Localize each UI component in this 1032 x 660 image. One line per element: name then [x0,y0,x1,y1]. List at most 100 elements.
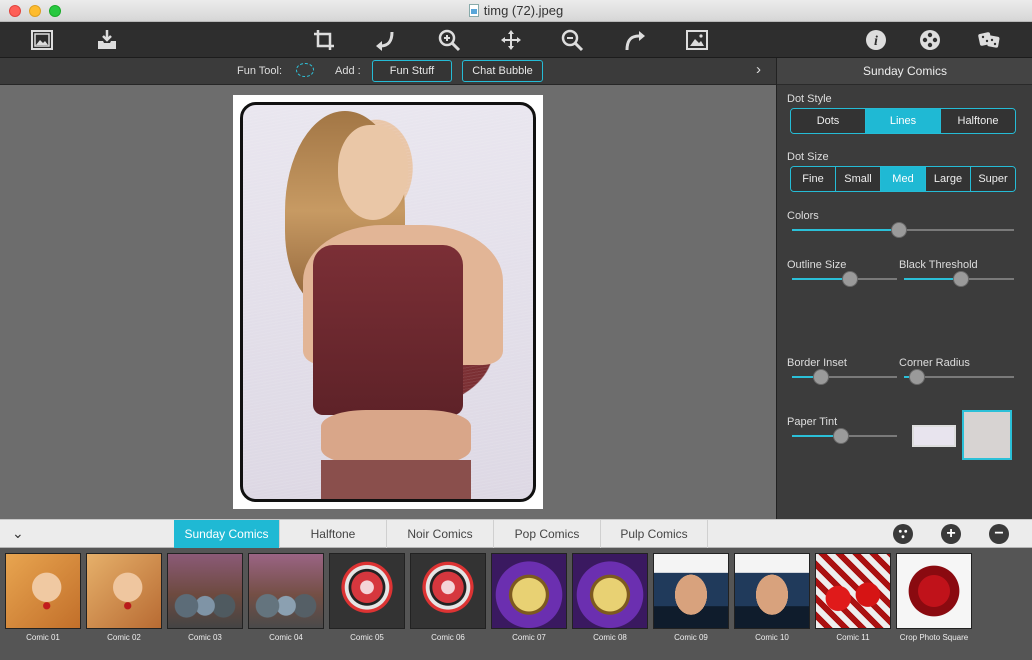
photo-top [313,245,463,415]
preset-thumbnail[interactable]: Comic 01 [5,553,81,643]
title-bar: timg (72).jpeg [0,0,1032,22]
rotate-right-icon[interactable] [621,26,649,54]
preset-thumbnail-image [815,553,891,629]
preset-thumbnail-label: Comic 04 [269,633,303,642]
colors-slider[interactable] [792,222,1014,238]
paper-tint-slider-knob[interactable] [833,428,850,444]
tab-noir-comics[interactable]: Noir Comics [387,520,494,548]
photo-open-icon[interactable] [28,26,56,54]
dot-size-selector: Fine Small Med Large Super [790,166,1016,192]
preset-thumbnail[interactable]: Comic 05 [329,553,405,643]
dot-size-option-large[interactable]: Large [926,167,971,191]
lasso-select-icon[interactable] [296,63,314,77]
preset-thumbnail-image [410,553,486,629]
info-icon[interactable]: i [862,26,890,54]
dot-size-label: Dot Size [787,151,829,163]
preset-thumbnail-label: Crop Photo Square [899,633,969,642]
preset-thumbnail[interactable]: Comic 10 [734,553,810,643]
paper-texture-swatch[interactable] [962,410,1012,460]
dot-style-label: Dot Style [787,93,832,105]
dot-style-option-lines[interactable]: Lines [866,109,941,133]
border-inset-slider[interactable] [792,369,897,385]
tab-pop-comics[interactable]: Pop Comics [494,520,601,548]
photo-face [338,125,408,220]
paper-tint-swatch[interactable] [912,425,956,447]
border-inset-slider-knob[interactable] [813,369,830,385]
settings-film-icon[interactable] [916,26,944,54]
preset-thumbnail-image [86,553,162,629]
preset-tab-bar: ⌄ Sunday Comics Halftone Noir Comics Pop Co… [0,519,1032,548]
preset-thumbnail-label: Comic 02 [107,633,141,642]
rotate-left-icon[interactable] [372,26,400,54]
black-threshold-slider-knob[interactable] [953,271,970,287]
random-preset-icon[interactable] [893,524,913,544]
dot-size-option-super[interactable]: Super [971,167,1015,191]
crop-icon[interactable] [310,26,338,54]
chat-bubble-button[interactable]: Chat Bubble [462,60,543,82]
random-dice-icon[interactable] [975,26,1003,54]
photo-jeans [321,460,471,499]
expand-panel-icon[interactable]: › [756,61,761,78]
preset-thumbnail-image [572,553,648,629]
comic-frame [240,102,536,502]
add-preset-icon[interactable]: + [941,524,961,544]
dot-style-option-dots[interactable]: Dots [791,109,866,133]
preset-thumbnail-image [653,553,729,629]
save-download-icon[interactable] [93,26,121,54]
preset-thumbnail-image [167,553,243,629]
collapse-strip-icon[interactable]: ⌄ [12,525,24,542]
tab-halftone[interactable]: Halftone [280,520,387,548]
preset-thumbnail[interactable]: Comic 02 [86,553,162,643]
fit-image-icon[interactable] [683,26,711,54]
corner-radius-slider-knob[interactable] [909,369,926,385]
settings-panel: Sunday Comics Dot Style Dots Lines Halfton… [776,58,1032,519]
paper-tint-label: Paper Tint [787,416,838,428]
preset-thumbnail-label: Comic 03 [188,633,222,642]
dot-style-option-halftone[interactable]: Halftone [941,109,1015,133]
colors-slider-knob[interactable] [890,222,907,238]
dot-size-option-fine[interactable]: Fine [791,167,836,191]
fun-tool-label: Fun Tool: [237,65,283,77]
dot-size-option-small[interactable]: Small [836,167,881,191]
preset-thumbnail[interactable]: Crop Photo Square [896,553,972,643]
outline-size-slider-knob[interactable] [841,271,858,287]
zoom-out-icon[interactable] [558,26,586,54]
preset-thumbnail[interactable]: Comic 09 [653,553,729,643]
zoom-in-icon[interactable] [435,26,463,54]
colors-label: Colors [787,210,819,222]
tab-sunday-comics[interactable]: Sunday Comics [174,520,280,548]
preset-thumbnail[interactable]: Comic 06 [410,553,486,643]
preset-thumbnail-label: Comic 05 [350,633,384,642]
corner-radius-slider[interactable] [904,369,1014,385]
window-title: timg (72).jpeg [483,3,564,18]
remove-preset-icon[interactable]: − [989,524,1009,544]
colors-slider-fill [792,229,899,231]
preset-thumbnail[interactable]: Comic 03 [167,553,243,643]
add-label: Add : [335,65,361,77]
border-inset-label: Border Inset [787,357,847,369]
preset-thumbnail-label: Comic 06 [431,633,465,642]
dot-style-selector: Dots Lines Halftone [790,108,1016,134]
preset-thumbnail[interactable]: Comic 11 [815,553,891,643]
tab-pulp-comics[interactable]: Pulp Comics [601,520,708,548]
preset-thumbnail-image [491,553,567,629]
panel-title: Sunday Comics [777,58,1032,85]
outline-size-slider[interactable] [792,271,897,287]
black-threshold-slider[interactable] [904,271,1014,287]
preset-thumbnail[interactable]: Comic 08 [572,553,648,643]
photo-waist [321,410,471,465]
window-title-container: timg (72).jpeg [0,3,1032,18]
black-threshold-label: Black Threshold [899,259,978,271]
dot-size-option-med[interactable]: Med [881,167,926,191]
preset-thumbnail[interactable]: Comic 07 [491,553,567,643]
main-toolbar: i [0,22,1032,58]
preset-thumbnail[interactable]: Comic 04 [248,553,324,643]
outline-size-label: Outline Size [787,259,847,271]
fun-tool-bar: Fun Tool: Add : Fun Stuff Chat Bubble › [0,58,776,85]
move-icon[interactable] [497,26,525,54]
paper-tint-slider[interactable] [792,428,897,444]
preset-thumbnail-image [734,553,810,629]
fun-stuff-button[interactable]: Fun Stuff [372,60,452,82]
image-canvas[interactable] [0,85,776,519]
comic-photo [233,95,543,509]
